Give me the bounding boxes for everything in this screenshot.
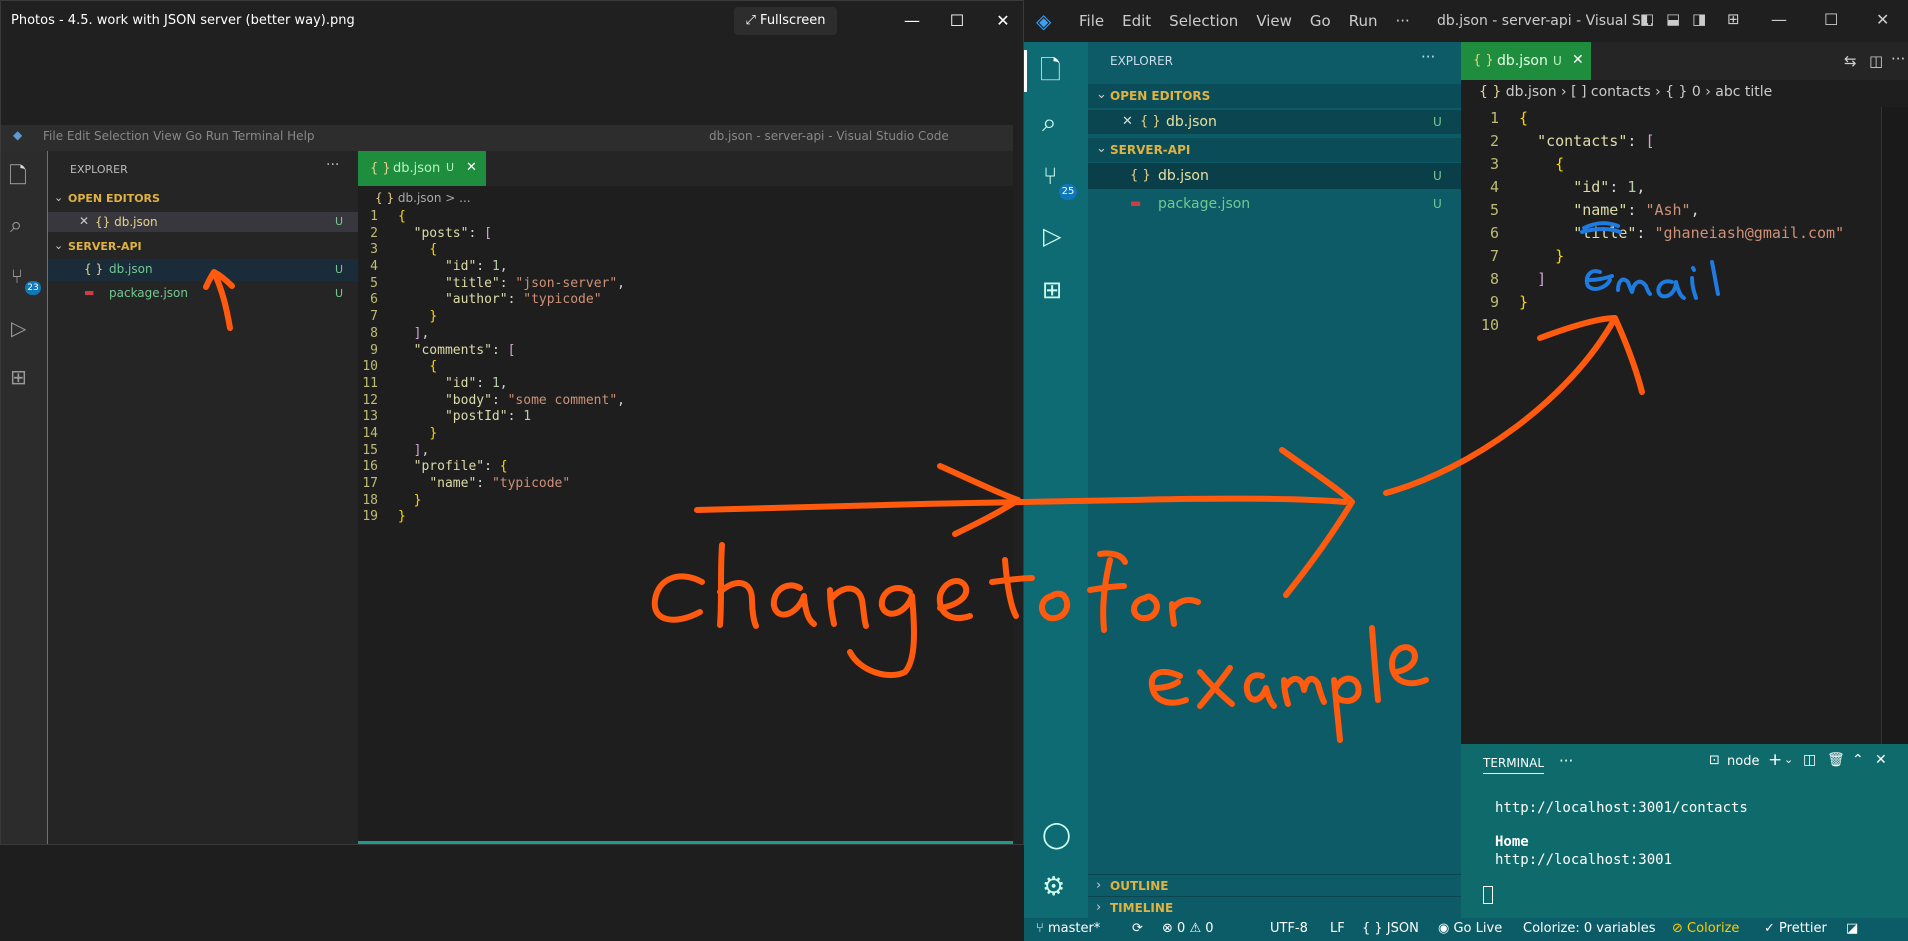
text-example bbox=[1148, 625, 1429, 743]
text-change bbox=[651, 542, 973, 679]
scribble-title bbox=[1580, 221, 1622, 234]
text-to bbox=[989, 557, 1071, 622]
second-arrow-head bbox=[1279, 447, 1355, 598]
annotation-layer bbox=[203, 221, 1720, 743]
text-email bbox=[1584, 260, 1720, 300]
main-arrow-shaft bbox=[694, 495, 1348, 513]
curve-arrow bbox=[1383, 315, 1645, 496]
text-for bbox=[1087, 550, 1201, 633]
arrow-up-small bbox=[203, 269, 235, 331]
